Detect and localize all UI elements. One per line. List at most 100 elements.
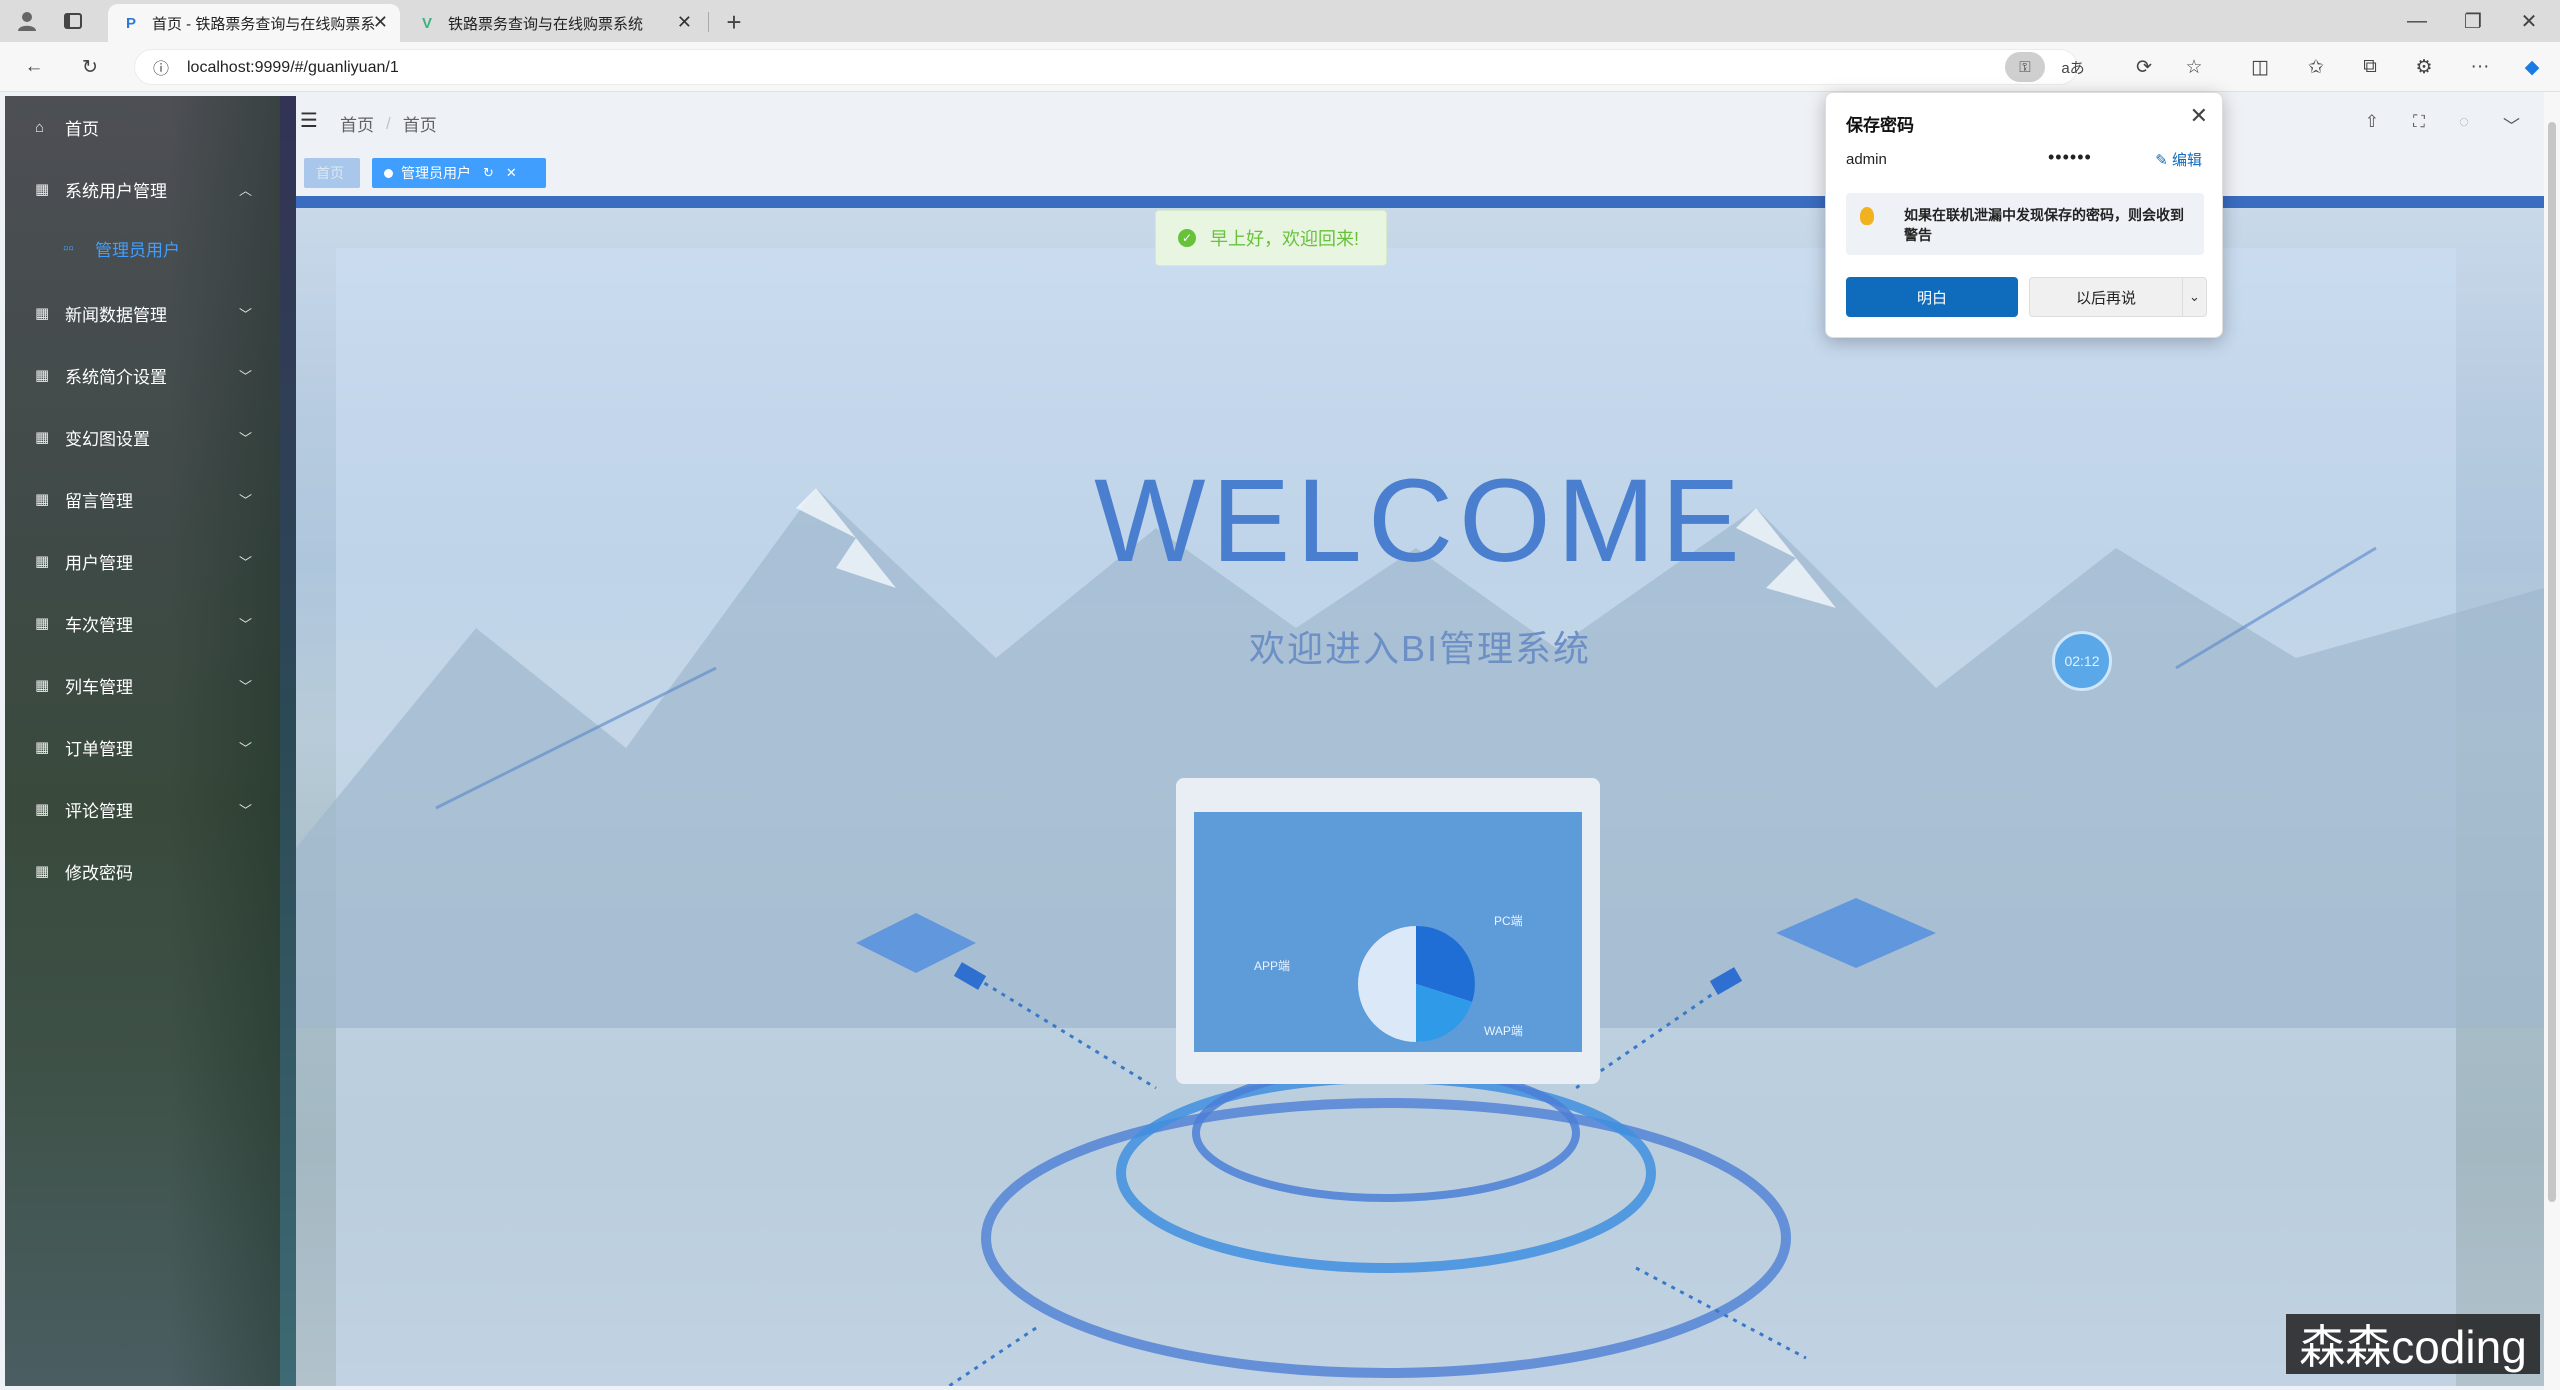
- sidebar-item-users[interactable]: ▦ 用户管理 ﹀: [5, 530, 280, 592]
- favorite-star-icon[interactable]: ☆: [2178, 52, 2210, 82]
- user-avatar[interactable]: ◌: [2459, 112, 2469, 137]
- minimize-icon[interactable]: —: [2402, 8, 2432, 34]
- chevron-down-icon: ﹀: [238, 430, 252, 446]
- chevron-down-icon: ﹀: [238, 492, 252, 508]
- sidebar-item-home[interactable]: ⌂ 首页: [5, 96, 280, 158]
- url-field[interactable]: ⓘ localhost:9999/#/guanliyuan/1 ⚿ aあ: [134, 49, 2085, 85]
- page-scrollbar[interactable]: [2544, 92, 2560, 1390]
- close-tab-icon[interactable]: ✕: [373, 12, 388, 33]
- sidebar-edge: [280, 96, 296, 1386]
- chevron-down-icon: ﹀: [238, 554, 252, 570]
- favorites-icon[interactable]: ✩: [2300, 52, 2332, 82]
- save-password-popup: 保存密码 ✕ admin •••••• ✎ 编辑 如果在联机泄漏中发现保存的密码…: [1825, 92, 2223, 338]
- grid-icon: ▦: [35, 801, 50, 818]
- sidebar-item-label: 变幻图设置: [65, 429, 150, 449]
- refresh-icon[interactable]: ↻: [483, 165, 494, 181]
- new-tab-icon[interactable]: +: [720, 7, 748, 37]
- chevron-down-icon[interactable]: ⌄: [2183, 277, 2207, 317]
- watermark: 森森coding: [2286, 1314, 2540, 1374]
- page-favicon-icon: P: [125, 14, 136, 32]
- close-icon[interactable]: ✕: [506, 165, 517, 181]
- profile-icon[interactable]: [14, 8, 40, 34]
- sync-icon[interactable]: ⟳: [2128, 52, 2160, 82]
- sidebar-item-label: 车次管理: [65, 615, 133, 635]
- chevron-down-icon: ﹀: [238, 306, 252, 322]
- sidebar-item-label: 首页: [65, 119, 99, 139]
- site-info-icon[interactable]: ⓘ: [145, 52, 177, 82]
- sidebar-item-messages[interactable]: ▦ 留言管理 ﹀: [5, 468, 280, 530]
- copilot-icon[interactable]: ◆: [2516, 52, 2548, 82]
- chevron-down-icon: ﹀: [238, 740, 252, 756]
- sidebar-item-label: 系统用户管理: [65, 181, 167, 201]
- sidebar-item-carousel[interactable]: ▦ 变幻图设置 ﹀: [5, 406, 280, 468]
- tab-actions-icon[interactable]: [60, 8, 86, 34]
- not-now-button[interactable]: 以后再说: [2029, 277, 2183, 317]
- saved-username: admin: [1846, 151, 1887, 168]
- pc-label: PC端: [1494, 914, 1523, 928]
- sidebar-item-comments[interactable]: ▦ 评论管理 ﹀: [5, 778, 280, 840]
- sidebar-item-label: 列车管理: [65, 677, 133, 697]
- chevron-down-icon: ﹀: [238, 802, 252, 818]
- close-icon[interactable]: ✕: [2190, 103, 2208, 129]
- tab-home[interactable]: P 首页 - 铁路票务查询与在线购票系 ✕: [108, 4, 400, 42]
- browser-tab-bar: P 首页 - 铁路票务查询与在线购票系 ✕ V 铁路票务查询与在线购票系统 ✕ …: [0, 0, 2560, 42]
- sidebar-item-change-password[interactable]: ▦ 修改密码: [5, 840, 280, 902]
- check-icon: ✓: [1178, 229, 1196, 247]
- grid-icon: ▦: [35, 181, 50, 198]
- refresh-icon[interactable]: ↻: [74, 52, 106, 82]
- saved-password-mask: ••••••: [2048, 147, 2092, 167]
- fullscreen-icon[interactable]: ⛶: [2413, 112, 2425, 137]
- password-info-box: 如果在联机泄漏中发现保存的密码，则会收到警告: [1846, 193, 2204, 255]
- tag-admin-users[interactable]: 管理员用户 ↻ ✕: [372, 158, 546, 188]
- wap-label: WAP端: [1484, 1024, 1523, 1038]
- split-screen-icon[interactable]: ◫: [2244, 52, 2276, 82]
- got-it-button[interactable]: 明白: [1846, 277, 2018, 317]
- grid-icon: ▦: [35, 863, 50, 880]
- scroll-thumb[interactable]: [2548, 122, 2556, 1202]
- sidebar-item-label: 订单管理: [65, 739, 133, 759]
- read-aloud-icon[interactable]: aあ: [2057, 52, 2089, 82]
- apps-icon: ▫▫: [63, 239, 74, 257]
- success-toast: ✓ 早上好，欢迎回来!: [1155, 210, 1387, 266]
- tab-second[interactable]: V 铁路票务查询与在线购票系统 ✕: [404, 4, 704, 42]
- timer-badge: 02:12: [2052, 631, 2112, 691]
- extensions-icon[interactable]: ⚙: [2408, 52, 2440, 82]
- more-menu-icon[interactable]: ···: [2464, 52, 2496, 82]
- skin-icon[interactable]: ⇧: [2365, 112, 2379, 137]
- breadcrumb-item[interactable]: 首页: [340, 111, 374, 136]
- address-bar: ← ↻ ⓘ localhost:9999/#/guanliyuan/1 ⚿ aあ…: [0, 42, 2560, 92]
- grid-icon: ▦: [35, 553, 50, 570]
- collections-icon[interactable]: ⧉: [2354, 52, 2386, 82]
- sidebar-item-label: 新闻数据管理: [65, 305, 167, 325]
- chevron-down-icon[interactable]: ﹀: [2503, 112, 2520, 137]
- chevron-down-icon: ﹀: [238, 678, 252, 694]
- close-tab-icon[interactable]: ✕: [677, 12, 692, 33]
- back-icon[interactable]: ←: [18, 52, 50, 82]
- sidebar-item-intro[interactable]: ▦ 系统简介设置 ﹀: [5, 344, 280, 406]
- edit-label: 编辑: [2171, 152, 2202, 169]
- chevron-down-icon: ﹀: [238, 616, 252, 632]
- tab-title: 铁路票务查询与在线购票系统: [448, 15, 644, 33]
- sidebar-subitem-label: 管理员用户: [95, 240, 180, 260]
- grid-icon: ▦: [35, 677, 50, 694]
- tag-home[interactable]: 首页: [304, 158, 360, 188]
- sidebar-item-system-users[interactable]: ▦ 系统用户管理 ︿: [5, 158, 280, 220]
- hamburger-icon[interactable]: ☰: [300, 108, 318, 133]
- grid-icon: ▦: [35, 429, 50, 446]
- close-window-icon[interactable]: ✕: [2514, 8, 2544, 34]
- restore-icon[interactable]: ❐: [2458, 8, 2488, 34]
- tab-title: 首页 - 铁路票务查询与在线购票系: [152, 15, 376, 33]
- edit-password-link[interactable]: ✎ 编辑: [2155, 149, 2202, 170]
- sidebar-subitem-admin-users[interactable]: ▫▫ 管理员用户: [5, 220, 280, 276]
- sidebar-item-orders[interactable]: ▦ 订单管理 ﹀: [5, 716, 280, 778]
- toast-message: 早上好，欢迎回来!: [1210, 229, 1360, 249]
- sidebar-item-label: 留言管理: [65, 491, 133, 511]
- sidebar-item-news[interactable]: ▦ 新闻数据管理 ﹀: [5, 282, 280, 344]
- password-key-icon[interactable]: ⚿: [2005, 52, 2045, 82]
- pencil-icon: ✎: [2155, 152, 2168, 169]
- sidebar-item-label: 修改密码: [65, 863, 133, 883]
- popup-title: 保存密码: [1846, 116, 1914, 135]
- lightbulb-icon: [1860, 207, 1874, 225]
- sidebar-item-trains[interactable]: ▦ 列车管理 ﹀: [5, 654, 280, 716]
- sidebar-item-trips[interactable]: ▦ 车次管理 ﹀: [5, 592, 280, 654]
